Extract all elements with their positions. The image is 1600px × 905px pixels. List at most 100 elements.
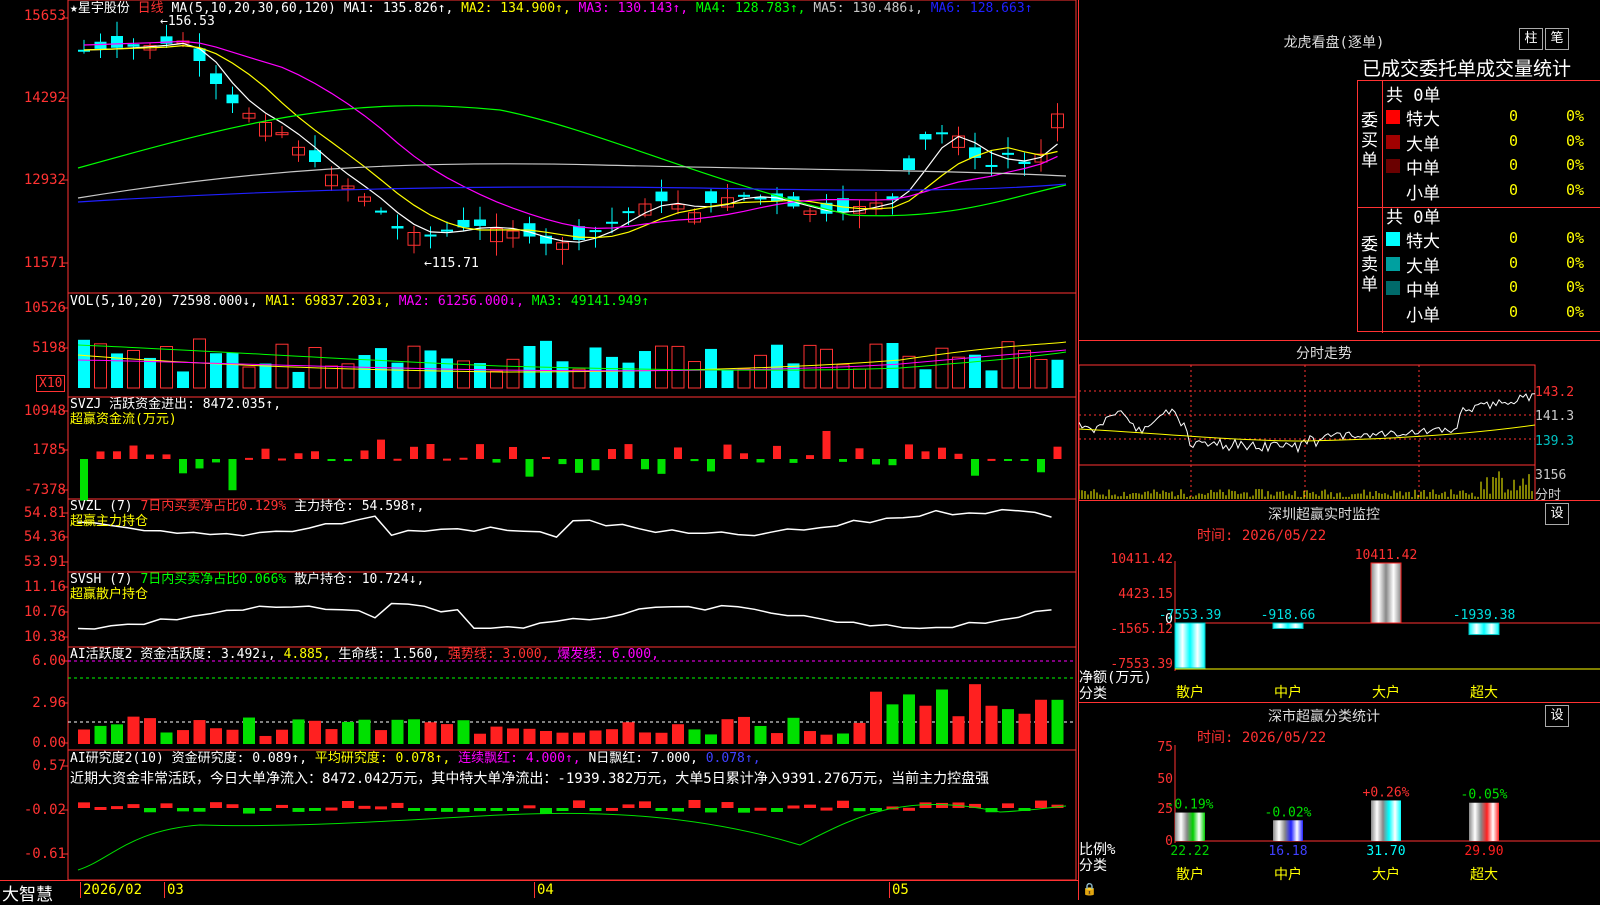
flow-bar [294,453,303,459]
stock-name[interactable]: 星宇股份 [78,1,130,16]
order-size-label: 特大 [1406,232,1440,252]
volume-bar [803,344,817,389]
volume-bar [836,364,850,389]
activity-bar [1035,699,1047,744]
research-bar [457,808,470,812]
research-bar [523,805,536,809]
monitor-bar [1174,622,1206,669]
intraday-price-line [1079,393,1536,454]
column-view-button[interactable]: 柱 [1519,28,1543,50]
tick-view-button[interactable]: 笔 [1545,28,1569,50]
vol-unit: X10 [36,375,66,392]
order-percent: 0% [1565,278,1584,296]
volume-bar [1034,359,1048,389]
flow-bar [839,459,847,462]
research-bar [474,808,486,812]
volume-bar [78,339,90,388]
classify-bar [1469,802,1499,841]
candle-body [985,164,998,167]
activity-bar [210,728,222,744]
header-segment: MA1: 135.826↑, [343,1,462,16]
flow-bar [905,444,913,459]
header-segment: MA5: 130.486↓, [813,1,931,16]
color-swatch [1386,256,1400,271]
flow-bar [558,459,567,465]
header-segment: SVZL (7) [70,499,141,514]
header-segment: 生命线: 1.560, [338,647,448,662]
order-count: 0 [1508,302,1518,321]
flow-bar [146,454,154,459]
activity-bar [523,728,536,744]
ai-axis-label: 0.00 [32,735,66,751]
buy-label: 委买单 [1361,111,1378,171]
research-bar [408,808,420,811]
flow-bar [954,453,963,459]
header-segment: 散户持仓: 10.724↓, [294,572,425,587]
flow-bar [525,459,534,477]
header-segment: 主力持仓: 54.598↑, [294,499,425,514]
classify-value-label: 31.70 [1366,844,1405,859]
intraday-svg[interactable] [1079,341,1600,501]
svsh-axis-label: 10.76 [23,604,66,620]
flow-bar [162,454,171,459]
ma-line [77,183,1067,203]
intraday-panel[interactable]: 分时走势 143.2 141.3 139.3 3156 分时 [1079,340,1600,503]
research-bar [375,806,387,810]
monitor-category-label: 超大 [1470,685,1498,701]
activity-bar [160,732,173,744]
activity-bar [408,719,420,744]
flow-bar [756,459,765,463]
candle-body [936,132,948,135]
intraday-axis-label: 139.3 [1535,434,1575,449]
research-bar [177,808,189,812]
research-bar [243,808,255,814]
flow-bar [311,451,319,459]
candle-body [127,44,140,47]
flow-bar [278,458,286,461]
monitor-bar [1468,622,1500,636]
activity-bar [903,694,915,744]
research-bar [210,802,222,808]
activity-bar [94,725,107,744]
ai-research-header: AI研究度2(10) 资金研究度: 0.089↑, 平均研究度: 0.078↑,… [70,751,761,767]
activity-bar [127,716,140,744]
classify-axis-label: 75 [1157,740,1173,755]
flow-bar [393,458,402,461]
research-bar [589,808,602,811]
buy-total: 共 0单 [1386,86,1441,106]
flow-bar [657,459,666,474]
air-axis-label: -0.02 [23,802,66,818]
volume-bar [771,344,783,388]
flow-bar [789,459,798,463]
intraday-avg-line [1079,424,1536,442]
order-count: 0 [1508,107,1518,125]
research-bar [111,806,123,810]
main-chart-svg[interactable] [0,0,1078,880]
flow-bar [1037,459,1045,473]
classify-axis-label: 50 [1157,772,1173,787]
color-swatch [1386,183,1400,198]
monitor-panel[interactable]: 深圳超赢实时监控 设 时间: 2026/05/22 10411.42 4423.1… [1079,500,1600,702]
candle-body [111,35,123,48]
activity-bar [655,732,668,744]
flow-bar [1004,459,1012,461]
activity-bar [688,729,701,744]
classify-panel[interactable]: 深市超赢分类统计 设 时间: 2026/05/22 75 50 25 0 -0.19% 2… [1079,702,1600,900]
flow-bar [971,459,979,476]
activity-bar [78,729,90,744]
activity-bar [358,719,371,744]
volume-bar [160,346,173,389]
volume-bar [622,362,635,388]
order-percent: 0% [1565,302,1584,321]
activity-bar [738,716,750,744]
main-chart-area[interactable]: ★星宇股份 日线 MA(5,10,20,30,60,120) MA1: 135.… [0,0,1078,880]
volume-bar [341,363,355,389]
activity-bar [391,719,404,744]
activity-bar [226,729,239,744]
candle-body [705,191,717,203]
ai-axis-label: 6.00 [32,653,66,669]
flow-bar [542,456,550,459]
volume-bar [952,356,965,389]
header-segment: MA3: 49141.949↑ [531,294,650,309]
flow-bar [327,459,336,461]
